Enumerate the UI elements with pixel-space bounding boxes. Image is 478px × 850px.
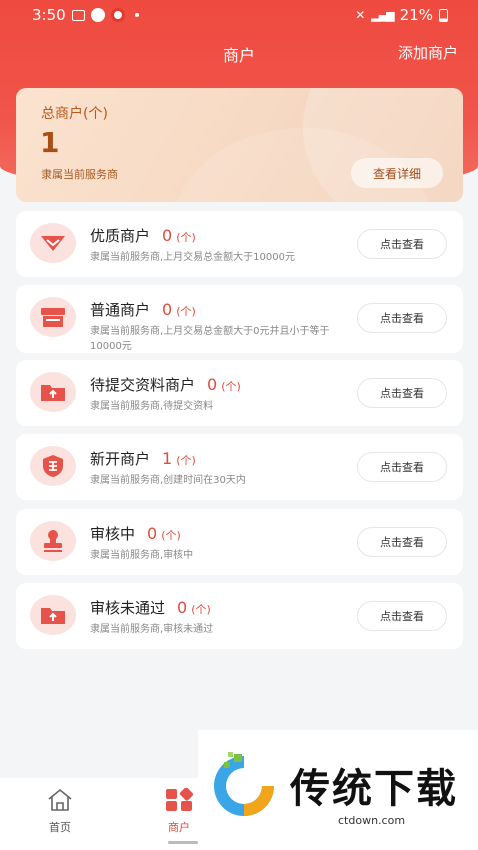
category-count: 0 [162,300,173,319]
category-card-premium: 优质商户 0 (个) 隶属当前服务商,上月交易总金额大于10000元 点击查看 [16,211,463,277]
category-title: 新开商户 [90,450,151,468]
category-count: 1 [162,449,173,468]
category-unit: (个) [176,231,196,244]
category-title: 审核未通过 [90,599,166,617]
add-merchant-button[interactable]: 添加商户 [398,42,458,63]
app-icon [111,8,125,22]
category-card-pending-docs: 待提交资料商户 0 (个) 隶属当前服务商,待提交资料 点击查看 [16,360,463,426]
notification-icons [72,8,139,22]
total-merchants-label: 总商户(个) [41,106,108,122]
folder-upload-icon [30,372,76,412]
image-icon [72,9,85,21]
category-desc: 隶属当前服务商,创建时间在30天内 [90,475,246,486]
home-indicator [168,841,198,844]
shop-icon [30,297,76,337]
category-unit: (个) [176,305,196,318]
signal-icon: ▂▄▆ [371,8,394,22]
category-card-rejected: 审核未通过 0 (个) 隶属当前服务商,审核未通过 点击查看 [16,583,463,649]
category-desc: 隶属当前服务商,待提交资料 [90,401,214,412]
category-count: 0 [207,375,218,394]
dot-icon [135,13,139,17]
battery-icon [439,8,448,22]
watermark-url: ctdown.com [338,814,406,827]
system-icons: ✕ ▂▄▆ 21% [355,6,448,24]
category-title: 优质商户 [90,227,151,245]
category-title: 待提交资料商户 [90,376,196,394]
category-unit: (个) [221,380,241,393]
category-count: 0 [177,598,188,617]
status-time: 3:50 [32,6,66,24]
category-unit: (个) [191,603,211,616]
tab-home-label: 首页 [49,821,71,834]
view-button[interactable]: 点击查看 [357,303,447,333]
watermark: 传统下载 ctdown.com [198,730,478,850]
view-button[interactable]: 点击查看 [357,378,447,408]
home-icon [48,788,72,811]
category-title: 普通商户 [90,301,151,319]
category-desc: 隶属当前服务商,上月交易总金额大于10000元 [90,252,295,263]
shield-icon [30,446,76,486]
category-card-reviewing: 审核中 0 (个) 隶属当前服务商,审核中 点击查看 [16,509,463,575]
stamp-icon [30,521,76,561]
app-icon [91,8,105,22]
view-button[interactable]: 点击查看 [357,452,447,482]
category-count: 0 [147,524,158,543]
category-card-regular: 普通商户 0 (个) 隶属当前服务商,上月交易总金额大于0元并且小于等于1000… [16,285,463,353]
total-merchants-value: 1 [40,126,60,159]
merchant-grid-icon [166,787,194,811]
view-button[interactable]: 点击查看 [357,601,447,631]
category-desc: 隶属当前服务商,审核未通过 [90,624,214,635]
total-merchants-subtitle: 隶属当前服务商 [41,168,118,181]
battery-percent: 21% [399,6,433,24]
folder-upload-icon [30,595,76,635]
diamond-icon [30,223,76,263]
status-bar: 3:50 ✕ ▂▄▆ 21% [0,0,478,30]
view-details-button[interactable]: 查看详细 [351,158,443,188]
category-title: 审核中 [90,525,136,543]
category-card-new: 新开商户 1 (个) 隶属当前服务商,创建时间在30天内 点击查看 [16,434,463,500]
category-unit: (个) [176,454,196,467]
mute-icon: ✕ [355,8,366,22]
category-count: 0 [162,226,173,245]
view-button[interactable]: 点击查看 [357,229,447,259]
view-button[interactable]: 点击查看 [357,527,447,557]
category-desc: 隶属当前服务商,审核中 [90,550,194,561]
category-desc: 隶属当前服务商,上月交易总金额大于0元并且小于等于10000元 [90,326,330,352]
watermark-text: 传统下载 [290,766,458,812]
watermark-logo [214,752,274,816]
tab-home[interactable]: 首页 [30,788,90,835]
category-unit: (个) [161,529,181,542]
total-merchants-card: 总商户(个) 1 隶属当前服务商 查看详细 [16,88,463,202]
